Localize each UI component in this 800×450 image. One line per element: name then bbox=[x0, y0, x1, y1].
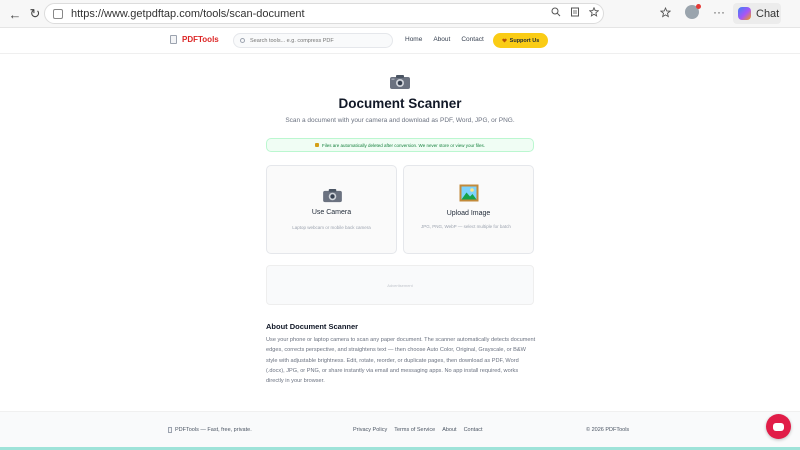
lock-icon bbox=[315, 143, 319, 147]
footer-contact-link[interactable]: Contact bbox=[464, 427, 483, 433]
page-title: Document Scanner bbox=[338, 96, 462, 111]
upload-image-title: Upload Image bbox=[446, 210, 491, 217]
chat-label: Chat bbox=[756, 7, 780, 20]
nav-about-link[interactable]: About bbox=[433, 36, 450, 43]
profile-avatar[interactable] bbox=[685, 4, 701, 19]
refresh-icon[interactable]: ↻ bbox=[27, 6, 43, 22]
copilot-chat-button[interactable]: Chat bbox=[733, 3, 781, 24]
about-heading: About Document Scanner bbox=[266, 322, 359, 331]
privacy-notice-text: Files are automatically deleted after co… bbox=[322, 142, 485, 148]
more-options-icon[interactable]: ··· bbox=[713, 5, 725, 19]
favorites-icon[interactable] bbox=[660, 6, 671, 18]
notification-dot bbox=[696, 4, 701, 9]
brand-name: PDFTools bbox=[182, 35, 219, 44]
tool-search bbox=[233, 33, 393, 48]
privacy-notice: Files are automatically deleted after co… bbox=[266, 138, 534, 152]
about-paragraph: Use your phone or laptop camera to scan … bbox=[266, 337, 536, 385]
chat-widget-button[interactable] bbox=[766, 414, 791, 439]
url-text: https://www.getpdftap.com/tools/scan-doc… bbox=[71, 7, 305, 20]
search-icon bbox=[240, 38, 245, 43]
nav-contact-link[interactable]: Contact bbox=[461, 36, 483, 43]
site-header: PDFTools Home About Contact Support Us bbox=[0, 28, 800, 54]
camera-icon bbox=[323, 188, 342, 203]
search-input[interactable] bbox=[250, 37, 380, 44]
use-camera-desc: Laptop webcam or mobile back camera bbox=[292, 225, 371, 230]
footer-tagline: PDFTools — Fast, free, private. bbox=[175, 427, 252, 433]
camera-icon bbox=[390, 75, 410, 89]
support-label: Support Us bbox=[509, 37, 540, 44]
upload-image-card[interactable]: Upload Image JPG, PNG, WebP — select mul… bbox=[403, 165, 534, 254]
reader-view-icon[interactable] bbox=[570, 7, 580, 17]
heart-icon bbox=[501, 38, 507, 43]
nav-home-link[interactable]: Home bbox=[405, 36, 422, 43]
site-logo[interactable]: PDFTools bbox=[170, 35, 219, 44]
favorite-star-icon[interactable] bbox=[589, 7, 599, 17]
site-footer: PDFTools — Fast, free, private. Privacy … bbox=[0, 411, 800, 447]
browser-extras: ··· bbox=[660, 4, 725, 19]
privacy-policy-link[interactable]: Privacy Policy bbox=[353, 427, 387, 433]
document-icon bbox=[170, 35, 177, 44]
terms-of-service-link[interactable]: Terms of Service bbox=[394, 427, 435, 433]
zoom-icon[interactable] bbox=[551, 7, 561, 17]
copyright: © 2026 PDFTools bbox=[586, 427, 630, 433]
use-camera-title: Use Camera bbox=[311, 209, 352, 216]
footer-about-link[interactable]: About bbox=[442, 427, 456, 433]
framed-picture-icon bbox=[459, 184, 479, 202]
support-us-button[interactable]: Support Us bbox=[493, 33, 548, 48]
main-nav: Home About Contact bbox=[405, 36, 484, 43]
upload-image-desc: JPG, PNG, WebP — select multiple for bat… bbox=[421, 224, 511, 229]
document-icon bbox=[168, 427, 172, 433]
site-info-icon[interactable] bbox=[53, 8, 63, 19]
use-camera-card[interactable]: Use Camera Laptop webcam or mobile back … bbox=[266, 165, 397, 254]
copilot-icon bbox=[738, 7, 751, 20]
address-bar-actions bbox=[551, 7, 599, 17]
footer-links: Privacy Policy Terms of Service About Co… bbox=[353, 427, 483, 433]
back-arrow-icon[interactable]: ← bbox=[7, 6, 23, 22]
browser-toolbar: ← ↻ https://www.getpdftap.com/tools/scan… bbox=[0, 0, 800, 28]
address-bar[interactable]: https://www.getpdftap.com/tools/scan-doc… bbox=[44, 3, 604, 24]
chat-bubble-icon bbox=[773, 422, 784, 431]
page-subtitle: Scan a document with your camera and dow… bbox=[285, 117, 515, 124]
footer-brand: PDFTools — Fast, free, private. bbox=[168, 427, 252, 433]
advertisement-slot: Advertisement bbox=[266, 265, 534, 305]
advertisement-label: Advertisement bbox=[387, 282, 413, 288]
